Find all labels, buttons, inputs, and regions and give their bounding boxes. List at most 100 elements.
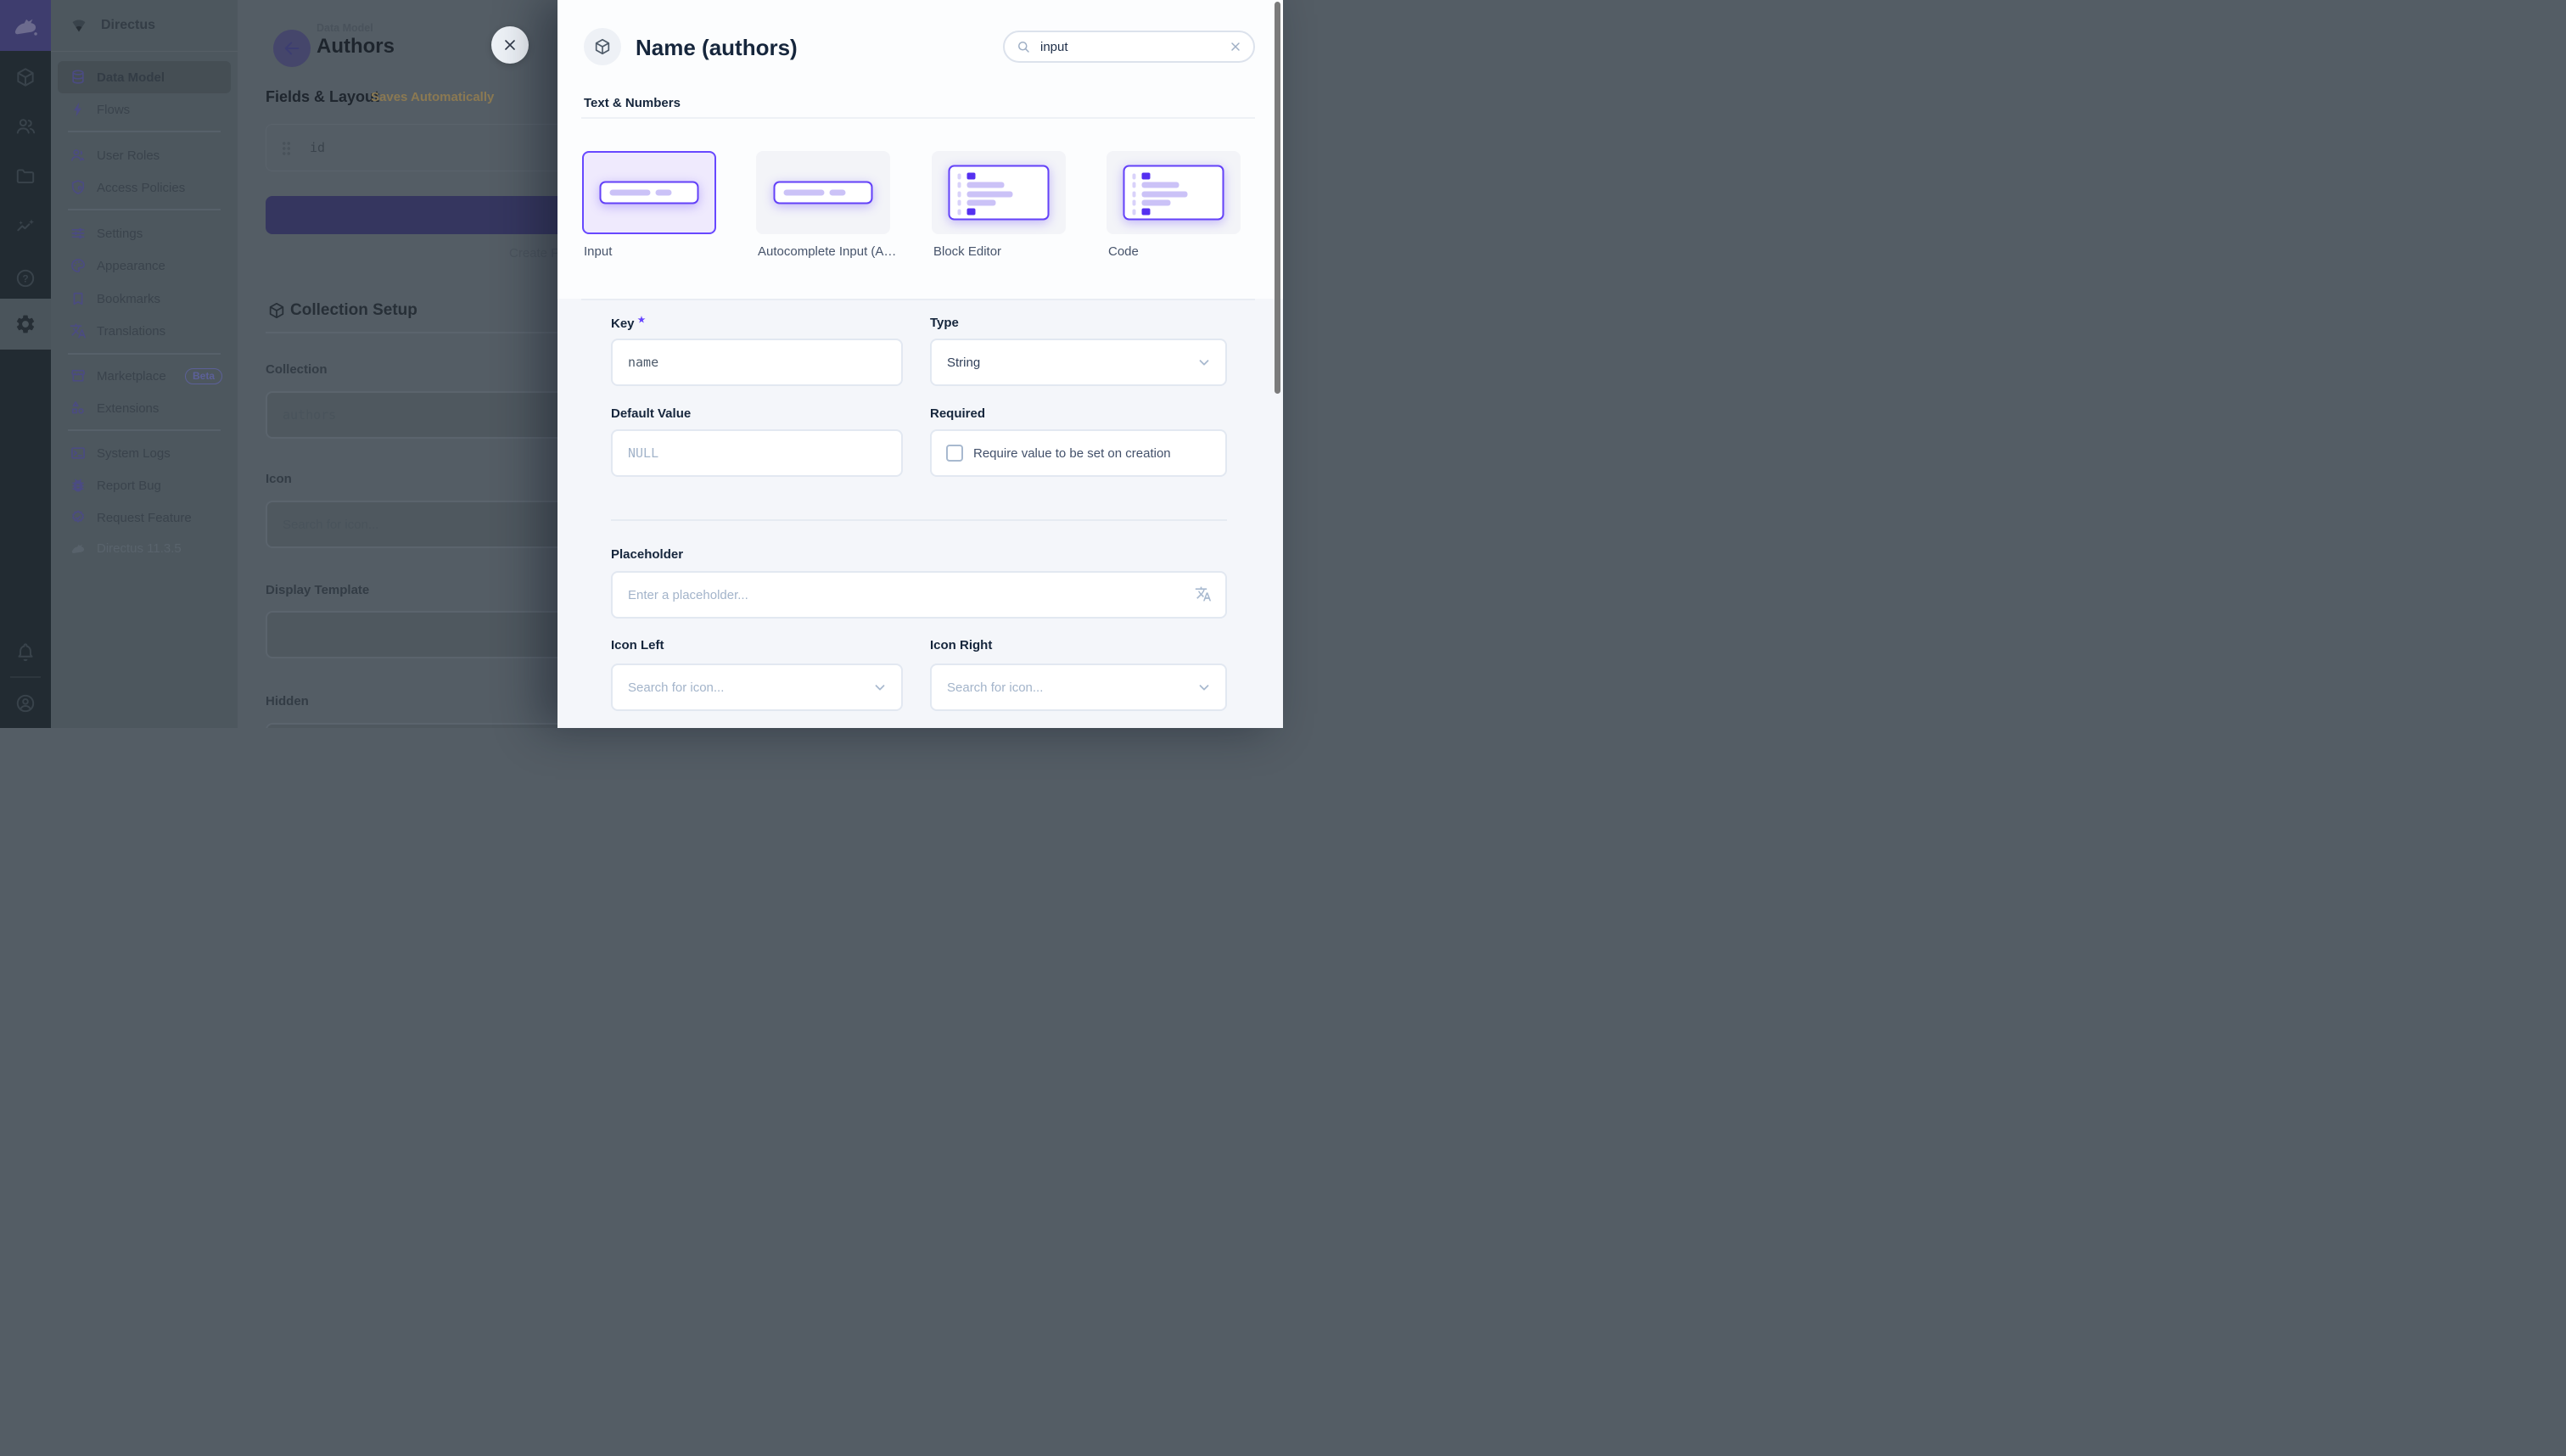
box-icon [267, 301, 286, 320]
search-icon [1016, 39, 1031, 54]
drawer-scrollbar[interactable] [1275, 2, 1280, 394]
sidebar-item-flows[interactable]: Flows [58, 93, 231, 126]
box-icon [14, 66, 36, 88]
shield-person-icon [70, 179, 87, 196]
sidebar-item-label: Translations [97, 324, 165, 339]
page-title: Authors [317, 35, 395, 59]
default-value-input[interactable] [611, 429, 903, 477]
interface-card-input[interactable] [582, 151, 716, 234]
account-circle-icon [14, 692, 36, 714]
sidebar-item-label: User Roles [97, 148, 160, 163]
sidebar-item-bookmarks[interactable]: Bookmarks [58, 283, 231, 315]
tune-icon [70, 225, 87, 242]
chevron-down-icon [1196, 355, 1212, 370]
sidebar-item-label: Settings [97, 227, 143, 241]
icon-left-select[interactable]: Search for icon... [611, 664, 903, 711]
palette-icon [70, 257, 87, 274]
bug-icon [70, 477, 87, 494]
arrow-left-icon [283, 39, 301, 58]
placeholder-label: Placeholder [611, 547, 683, 562]
sidebar-item-access-policies[interactable]: Access Policies [58, 171, 231, 204]
interface-group-title: Text & Numbers [584, 96, 681, 110]
sidebar-item-request-feature[interactable]: Request Feature [58, 501, 231, 534]
required-field-box: Require value to be set on creation [930, 429, 1227, 477]
sidebar-item-data-model[interactable]: Data Model [58, 61, 231, 93]
placeholder-input[interactable] [611, 571, 1227, 619]
back-button[interactable] [273, 30, 311, 67]
terminal-icon [70, 445, 87, 462]
key-input[interactable] [611, 339, 903, 386]
key-label: Key★ [611, 316, 646, 331]
sidebar-item-settings[interactable]: Settings [58, 217, 231, 249]
sidebar-item-label: Marketplace [97, 369, 166, 384]
icon-left-label: Icon Left [611, 638, 664, 652]
editor-lines-thumbnail [949, 165, 1050, 221]
storefront-icon [70, 367, 87, 384]
breadcrumb[interactable]: Data Model [317, 22, 373, 34]
beta-badge: Beta [185, 368, 222, 384]
module-content[interactable] [0, 57, 51, 98]
user-avatar[interactable] [0, 683, 51, 724]
project-header[interactable]: Directus [51, 0, 238, 52]
collection-setup-heading: Collection Setup [290, 301, 417, 320]
sidebar-item-report-bug[interactable]: Report Bug [58, 469, 231, 501]
folder-icon [14, 165, 36, 188]
field-form: Key★ Type String Default Value Required … [557, 299, 1283, 728]
input-field-thumbnail [600, 182, 699, 204]
sidebar-item-translations[interactable]: Translations [58, 315, 231, 347]
sidebar-item-appearance[interactable]: Appearance [58, 249, 231, 282]
close-drawer-button[interactable] [491, 26, 529, 64]
editor-lines-thumbnail [1123, 165, 1224, 221]
interface-card-block-editor[interactable] [932, 151, 1066, 234]
directus-rabbit-icon [11, 11, 40, 40]
collection-label: Collection [266, 362, 328, 377]
notifications-button[interactable] [0, 631, 51, 672]
directus-rabbit-icon [70, 540, 87, 557]
icon-right-placeholder: Search for icon... [947, 680, 1196, 695]
module-insights[interactable] [0, 206, 51, 247]
interface-card-label: Code [1108, 244, 1139, 259]
sidebar-item-label: Data Model [97, 70, 165, 85]
drawer-title: Name (authors) [636, 35, 798, 61]
shapes-icon [70, 400, 87, 417]
bell-icon [14, 641, 36, 663]
sidebar-item-user-roles[interactable]: User Roles [58, 139, 231, 171]
interface-card-autocomplete[interactable] [756, 151, 890, 234]
people-icon [14, 115, 36, 137]
sidebar-item-extensions[interactable]: Extensions [58, 392, 231, 424]
bookmark-icon [70, 290, 87, 307]
translate-icon[interactable] [1195, 585, 1212, 602]
badge-check-icon [70, 509, 87, 526]
module-users[interactable] [0, 106, 51, 147]
interface-search-input[interactable] [1039, 39, 1229, 55]
type-select[interactable]: String [930, 339, 1227, 386]
drag-handle-icon[interactable] [282, 141, 291, 155]
sidebar-item-marketplace[interactable]: Marketplace Beta [58, 360, 231, 392]
box-icon [593, 37, 612, 56]
module-docs[interactable]: ? [0, 258, 51, 299]
directus-logo[interactable] [0, 0, 51, 51]
nav-divider [68, 429, 221, 431]
sidebar-item-system-logs[interactable]: System Logs [58, 437, 231, 469]
chevron-down-icon [872, 680, 888, 695]
default-value-label: Default Value [611, 406, 691, 421]
form-divider [611, 519, 1227, 521]
sidebar-item-label: System Logs [97, 446, 171, 461]
interface-card-code[interactable] [1107, 151, 1241, 234]
required-checkbox-label[interactable]: Require value to be set on creation [973, 446, 1171, 461]
sidebar-item-label: Report Bug [97, 479, 161, 493]
required-checkbox[interactable] [946, 445, 963, 462]
sidebar-item-label: Flows [97, 103, 130, 117]
navigation-panel: Directus Data Model Flows User Roles Acc… [51, 0, 238, 728]
nav-divider [68, 209, 221, 210]
icon-right-select[interactable]: Search for icon... [930, 664, 1227, 711]
module-files[interactable] [0, 156, 51, 197]
section-divider [581, 117, 1255, 119]
create-link[interactable]: Create F [509, 246, 558, 260]
nav-divider [68, 131, 221, 132]
type-label: Type [930, 316, 959, 330]
module-settings[interactable] [0, 299, 51, 350]
close-icon[interactable] [1229, 40, 1242, 53]
interface-search[interactable] [1003, 31, 1255, 63]
signal-gauge-icon [70, 16, 88, 35]
